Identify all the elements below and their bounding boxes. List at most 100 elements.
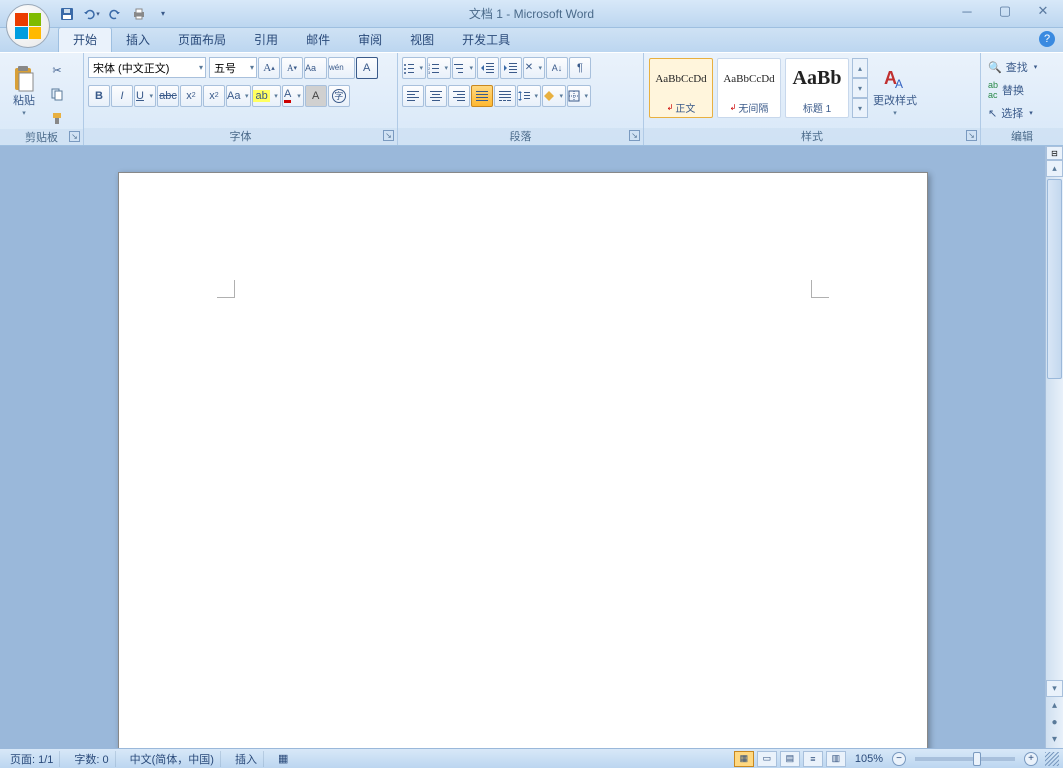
- character-shading-button[interactable]: A: [305, 85, 327, 107]
- styles-scroll-up[interactable]: ▴: [852, 58, 868, 78]
- change-case-button[interactable]: Aa▾: [226, 85, 251, 107]
- styles-expand[interactable]: ▾: [852, 98, 868, 118]
- status-insert-mode[interactable]: 插入: [229, 751, 264, 767]
- sort-button[interactable]: A↓: [546, 57, 568, 79]
- underline-button[interactable]: U▾: [134, 85, 156, 107]
- view-draft-icon[interactable]: ▥: [826, 751, 846, 767]
- text-direction-button[interactable]: ✕▾: [523, 57, 545, 79]
- styles-scroll-down[interactable]: ▾: [852, 78, 868, 98]
- scroll-thumb[interactable]: [1047, 179, 1062, 379]
- phonetic-guide-icon[interactable]: wén: [328, 57, 355, 79]
- style-normal[interactable]: AaBbCcDd ↲正文: [649, 58, 713, 118]
- distributed-button[interactable]: [494, 85, 516, 107]
- clear-formatting-icon[interactable]: Aa: [304, 57, 327, 79]
- shrink-font-icon[interactable]: A▾: [281, 57, 303, 79]
- tab-insert[interactable]: 插入: [112, 28, 164, 52]
- group-styles: AaBbCcDd ↲正文 AaBbCcDd ↲无间隔 AaBb 标题 1 ▴ ▾…: [644, 53, 981, 145]
- tab-references[interactable]: 引用: [240, 28, 292, 52]
- status-word-count[interactable]: 字数: 0: [68, 751, 115, 767]
- view-outline-icon[interactable]: ≡: [803, 751, 823, 767]
- copy-icon[interactable]: [46, 83, 68, 105]
- borders-button[interactable]: ▾: [567, 85, 591, 107]
- redo-icon[interactable]: [106, 5, 124, 23]
- strikethrough-button[interactable]: abc: [157, 85, 179, 107]
- tab-mailings[interactable]: 邮件: [292, 28, 344, 52]
- paste-button[interactable]: 粘贴 ▾: [4, 55, 44, 127]
- ruler-toggle-icon[interactable]: ⊟: [1046, 146, 1063, 160]
- font-size-combo[interactable]: 五号▾: [209, 57, 257, 78]
- save-icon[interactable]: [58, 5, 76, 23]
- group-paragraph-label: 段落↘: [398, 128, 643, 145]
- tab-view[interactable]: 视图: [396, 28, 448, 52]
- replace-icon: abac: [988, 80, 998, 100]
- bold-button[interactable]: B: [88, 85, 110, 107]
- view-print-layout-icon[interactable]: ▦: [734, 751, 754, 767]
- cut-icon[interactable]: ✂: [46, 59, 68, 81]
- shading-button[interactable]: ▾: [542, 85, 566, 107]
- document-viewport[interactable]: [0, 146, 1045, 748]
- zoom-level[interactable]: 105%: [855, 753, 883, 765]
- zoom-out-button[interactable]: −: [892, 752, 906, 766]
- next-page-button[interactable]: ▾: [1046, 731, 1063, 748]
- show-marks-button[interactable]: ¶: [569, 57, 591, 79]
- office-button[interactable]: [6, 4, 50, 48]
- format-painter-icon[interactable]: [46, 107, 68, 129]
- select-button[interactable]: ↖选择▾: [984, 102, 1041, 124]
- status-page[interactable]: 页面: 1/1: [4, 751, 60, 767]
- font-family-combo[interactable]: 宋体 (中文正文)▾: [88, 57, 206, 78]
- enclose-characters-button[interactable]: 字: [328, 85, 350, 107]
- scroll-up-button[interactable]: ▴: [1046, 160, 1063, 177]
- tab-review[interactable]: 审阅: [344, 28, 396, 52]
- subscript-button[interactable]: x2: [180, 85, 202, 107]
- zoom-slider[interactable]: [915, 757, 1015, 761]
- character-border-icon[interactable]: A: [356, 57, 378, 79]
- styles-launcher[interactable]: ↘: [966, 130, 977, 141]
- highlight-button[interactable]: ab▾: [252, 85, 280, 107]
- qat-customize-icon[interactable]: ▾: [154, 5, 172, 23]
- minimize-button[interactable]: ─: [953, 2, 981, 20]
- view-web-layout-icon[interactable]: ▤: [780, 751, 800, 767]
- align-left-button[interactable]: [402, 85, 424, 107]
- document-page[interactable]: [118, 172, 928, 748]
- justify-button[interactable]: [471, 85, 493, 107]
- maximize-button[interactable]: ▢: [991, 2, 1019, 20]
- tab-developer[interactable]: 开发工具: [448, 28, 524, 52]
- tab-home[interactable]: 开始: [58, 27, 112, 52]
- status-macro-icon[interactable]: ▦: [272, 752, 294, 765]
- scroll-down-button[interactable]: ▾: [1046, 680, 1063, 697]
- multilevel-list-button[interactable]: ▾: [452, 57, 476, 79]
- resize-grip-icon[interactable]: [1045, 752, 1059, 766]
- line-spacing-button[interactable]: ▾: [517, 85, 541, 107]
- quick-print-icon[interactable]: [130, 5, 148, 23]
- zoom-in-button[interactable]: +: [1024, 752, 1038, 766]
- paragraph-launcher[interactable]: ↘: [629, 130, 640, 141]
- previous-page-button[interactable]: ▴: [1046, 697, 1063, 714]
- quick-access-toolbar: ▾ ▾: [58, 5, 172, 23]
- style-heading1[interactable]: AaBb 标题 1: [785, 58, 849, 118]
- help-icon[interactable]: ?: [1039, 31, 1055, 47]
- replace-button[interactable]: abac替换: [984, 79, 1041, 101]
- align-right-button[interactable]: [448, 85, 470, 107]
- numbering-button[interactable]: 123▾: [427, 57, 451, 79]
- style-no-spacing[interactable]: AaBbCcDd ↲无间隔: [717, 58, 781, 118]
- change-styles-button[interactable]: AA 更改样式 ▾: [870, 55, 920, 127]
- status-language[interactable]: 中文(简体，中国): [124, 751, 221, 767]
- font-color-button[interactable]: A▾: [282, 85, 304, 107]
- italic-button[interactable]: I: [111, 85, 133, 107]
- font-launcher[interactable]: ↘: [383, 130, 394, 141]
- view-full-reading-icon[interactable]: ▭: [757, 751, 777, 767]
- undo-icon[interactable]: ▾: [82, 5, 100, 23]
- grow-font-icon[interactable]: A▴: [258, 57, 280, 79]
- tab-page-layout[interactable]: 页面布局: [164, 28, 240, 52]
- bullets-button[interactable]: ▾: [402, 57, 426, 79]
- decrease-indent-button[interactable]: [477, 57, 499, 79]
- align-center-button[interactable]: [425, 85, 447, 107]
- scroll-track[interactable]: [1046, 177, 1063, 680]
- zoom-slider-thumb[interactable]: [973, 752, 981, 766]
- close-button[interactable]: ✕: [1029, 2, 1057, 20]
- find-button[interactable]: 🔍查找▾: [984, 56, 1041, 78]
- increase-indent-button[interactable]: [500, 57, 522, 79]
- browse-object-button[interactable]: ●: [1046, 714, 1063, 731]
- superscript-button[interactable]: x2: [203, 85, 225, 107]
- clipboard-launcher[interactable]: ↘: [69, 131, 80, 142]
